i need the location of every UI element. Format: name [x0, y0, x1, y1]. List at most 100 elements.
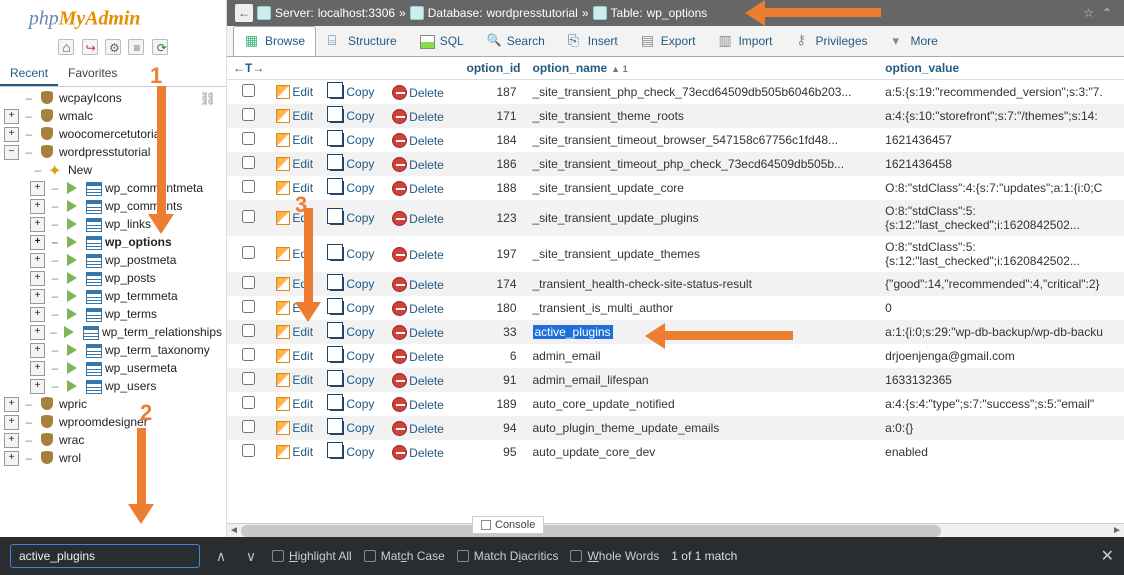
browse-go-icon[interactable]: [65, 378, 81, 394]
copy-link[interactable]: Copy: [346, 109, 374, 123]
find-whole-words[interactable]: Whole Words: [570, 549, 659, 563]
row-checkbox[interactable]: [242, 324, 255, 337]
link-icon[interactable]: ⛓: [199, 91, 216, 107]
expand-icon[interactable]: +: [30, 181, 45, 196]
table-item[interactable]: +–wp_termmeta: [0, 287, 226, 305]
find-input[interactable]: [10, 544, 200, 568]
find-prev-button[interactable]: ∧: [212, 548, 230, 565]
copy-link[interactable]: Copy: [346, 211, 374, 225]
edit-link[interactable]: Edit: [292, 157, 313, 171]
edit-link[interactable]: Edit: [292, 247, 313, 261]
expand-icon[interactable]: +: [30, 199, 45, 214]
expand-icon[interactable]: +: [30, 235, 45, 250]
expand-icon[interactable]: +: [30, 343, 45, 358]
col-option-name[interactable]: option_name▲ 1: [527, 57, 880, 80]
edit-link[interactable]: Edit: [292, 445, 313, 459]
table-item[interactable]: +–wp_term_relationships: [0, 323, 226, 341]
console-toggle[interactable]: Console: [472, 516, 544, 534]
new-table[interactable]: – New: [0, 161, 226, 179]
browse-go-icon[interactable]: [65, 252, 81, 268]
row-checkbox[interactable]: [242, 108, 255, 121]
table-item[interactable]: +–wp_users: [0, 377, 226, 395]
copy-link[interactable]: Copy: [346, 349, 374, 363]
exit-icon[interactable]: [82, 39, 98, 55]
browse-go-icon[interactable]: [65, 234, 81, 250]
table-item[interactable]: +–wp_postmeta: [0, 251, 226, 269]
edit-link[interactable]: Edit: [292, 301, 313, 315]
tab-structure[interactable]: Structure: [316, 26, 408, 56]
tab-export[interactable]: Export: [629, 26, 707, 56]
reload-icon[interactable]: [152, 39, 168, 55]
edit-link[interactable]: Edit: [292, 109, 313, 123]
server-name[interactable]: localhost:3306: [318, 6, 395, 20]
copy-link[interactable]: Copy: [346, 181, 374, 195]
db-current[interactable]: − – wordpresstutorial: [0, 143, 226, 161]
expand-icon[interactable]: +: [4, 397, 19, 412]
db-item[interactable]: +–wcpayIcons: [0, 89, 226, 107]
edit-link[interactable]: Edit: [292, 325, 313, 339]
copy-link[interactable]: Copy: [346, 445, 374, 459]
horizontal-scrollbar[interactable]: ◄ ►: [227, 523, 1124, 537]
edit-link[interactable]: Edit: [292, 85, 313, 99]
copy-link[interactable]: Copy: [346, 397, 374, 411]
copy-link[interactable]: Copy: [346, 301, 374, 315]
delete-link[interactable]: Delete: [409, 158, 444, 172]
edit-link[interactable]: Edit: [292, 397, 313, 411]
scroll-left-arrow[interactable]: ◄: [227, 524, 241, 538]
db-name[interactable]: wordpresstutorial: [486, 6, 577, 20]
tab-browse[interactable]: Browse: [233, 26, 316, 56]
move-columns-handle[interactable]: ←T→: [227, 57, 270, 80]
delete-link[interactable]: Delete: [409, 326, 444, 340]
edit-link[interactable]: Edit: [292, 133, 313, 147]
copy-link[interactable]: Copy: [346, 85, 374, 99]
row-checkbox[interactable]: [242, 276, 255, 289]
browse-go-icon[interactable]: [65, 180, 81, 196]
expand-icon[interactable]: +: [4, 109, 19, 124]
copy-link[interactable]: Copy: [346, 325, 374, 339]
favorite-star-icon[interactable]: ☆: [1083, 6, 1094, 20]
table-item[interactable]: +–wp_terms: [0, 305, 226, 323]
edit-link[interactable]: Edit: [292, 349, 313, 363]
collapse-icon[interactable]: −: [4, 145, 19, 160]
find-next-button[interactable]: ∨: [242, 548, 260, 565]
edit-link[interactable]: Edit: [292, 277, 313, 291]
table-item[interactable]: +–wp_posts: [0, 269, 226, 287]
row-checkbox[interactable]: [242, 84, 255, 97]
edit-link[interactable]: Edit: [292, 373, 313, 387]
copy-link[interactable]: Copy: [346, 133, 374, 147]
delete-link[interactable]: Delete: [409, 248, 444, 262]
table-item[interactable]: +–wp_term_taxonomy: [0, 341, 226, 359]
db-item[interactable]: +–wpric: [0, 395, 226, 413]
expand-icon[interactable]: +: [30, 325, 45, 340]
tab-import[interactable]: Import: [706, 26, 783, 56]
expand-icon[interactable]: +: [30, 271, 45, 286]
expand-icon[interactable]: +: [30, 289, 45, 304]
tab-favorites[interactable]: Favorites: [58, 62, 127, 86]
find-close-button[interactable]: ✕: [1101, 546, 1114, 566]
db-item[interactable]: +–woocomercetutorial: [0, 125, 226, 143]
browse-go-icon[interactable]: [65, 198, 81, 214]
delete-link[interactable]: Delete: [409, 398, 444, 412]
delete-link[interactable]: Delete: [409, 446, 444, 460]
expand-icon[interactable]: +: [30, 379, 45, 394]
edit-link[interactable]: Edit: [292, 421, 313, 435]
db-item[interactable]: +–wproomdesigner: [0, 413, 226, 431]
tab-sql[interactable]: SQL: [408, 26, 475, 56]
expand-icon[interactable]: +: [30, 253, 45, 268]
row-checkbox[interactable]: [242, 420, 255, 433]
copy-link[interactable]: Copy: [346, 277, 374, 291]
tab-more[interactable]: More: [879, 26, 949, 56]
row-checkbox[interactable]: [242, 444, 255, 457]
expand-icon[interactable]: +: [30, 307, 45, 322]
browse-go-icon[interactable]: [62, 324, 78, 340]
table-item[interactable]: +–wp_options: [0, 233, 226, 251]
delete-link[interactable]: Delete: [409, 86, 444, 100]
find-match-case[interactable]: Match Case: [364, 549, 445, 563]
delete-link[interactable]: Delete: [409, 302, 444, 316]
row-checkbox[interactable]: [242, 246, 255, 259]
row-checkbox[interactable]: [242, 372, 255, 385]
table-item[interactable]: +–wp_usermeta: [0, 359, 226, 377]
find-diacritics[interactable]: Match Diacritics: [457, 549, 559, 563]
browse-go-icon[interactable]: [65, 270, 81, 286]
delete-link[interactable]: Delete: [409, 422, 444, 436]
